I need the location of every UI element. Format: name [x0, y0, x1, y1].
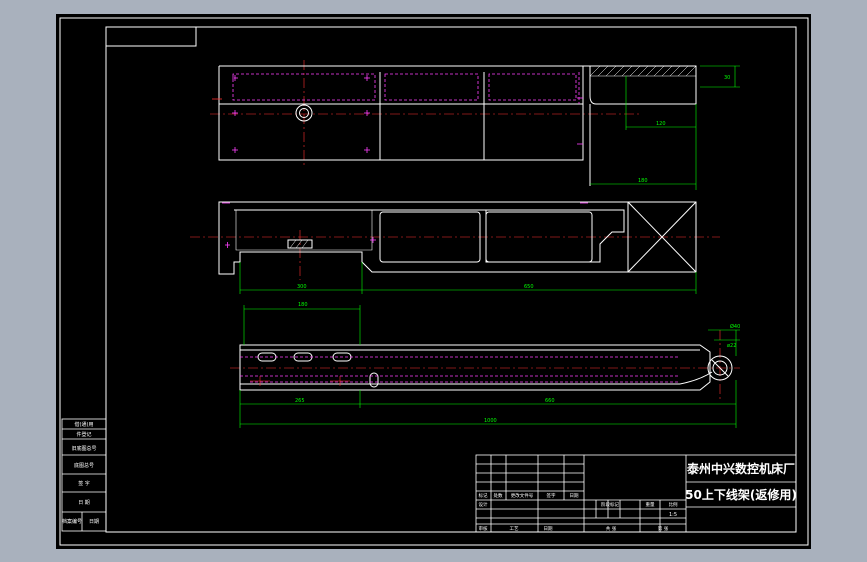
tb-design: 设计 — [479, 501, 488, 508]
dim-v2-right: 650 — [524, 284, 534, 290]
tb-process-date: 日期 — [544, 526, 553, 532]
title-block-text: 泰州中兴数控机床厂 50上下线架(返修用) 标记 处数 更改文件号 签字 日期 … — [479, 461, 797, 532]
tb-sheet-total: 共 张 — [606, 525, 617, 532]
side-table-text: 借(通)用 件登记 旧底图总号 底图总号 签 字 日 期 档案编号 日期 — [62, 421, 99, 525]
side-table-archive: 档案编号 — [62, 518, 82, 525]
side-table-date: 日期 — [89, 519, 99, 525]
tb-change-doc: 更改文件号 — [511, 492, 534, 499]
tb-mark: 标记 — [479, 492, 488, 499]
side-table-row-4: 底图总号 — [74, 462, 94, 469]
dim-v3-left: 265 — [295, 398, 305, 404]
dim-v3-total: 1000 — [484, 418, 497, 424]
dim-v1-height: 30 — [724, 75, 730, 81]
tb-sign: 签字 — [547, 492, 556, 499]
drawing-inner-border — [105, 26, 797, 533]
tb-stage: 阶段标记 — [601, 501, 619, 508]
dim-v3-mid: 660 — [545, 398, 555, 404]
dim-v1-width-a: 120 — [656, 121, 666, 127]
cad-viewport[interactable]: 借(通)用 件登记 旧底图总号 底图总号 签 字 日 期 档案编号 日期 泰州中… — [56, 14, 811, 549]
side-table-row-1: 借(通)用 — [75, 421, 94, 428]
side-table-row-3: 旧底图总号 — [71, 445, 96, 452]
side-table-row-2: 件登记 — [76, 431, 91, 438]
side-table-row-5: 签 字 — [78, 480, 90, 487]
code-box — [105, 26, 197, 47]
tb-ratio: 比例 — [669, 501, 678, 508]
view-3-side: 180 265 660 1000 Ø40 ø22 — [230, 302, 740, 428]
tb-review: 审核 — [479, 525, 488, 532]
tb-weight: 重量 — [646, 501, 655, 508]
dim-v3-dia: Ø40 — [730, 323, 740, 330]
dim-v2-left: 300 — [297, 284, 307, 290]
tb-count: 处数 — [494, 492, 503, 499]
tb-date: 日期 — [570, 493, 579, 499]
dim-v1-width-b: 180 — [638, 178, 648, 184]
side-table-row-6: 日 期 — [78, 500, 90, 506]
view-1-top: 30 120 180 — [210, 60, 740, 190]
view-2-front: 300 650 — [190, 201, 720, 294]
dim-v3-small: ø22 — [727, 343, 736, 349]
engineering-drawing: 借(通)用 件登记 旧底图总号 底图总号 签 字 日 期 档案编号 日期 泰州中… — [59, 17, 809, 546]
tb-sheet-no: 第 张 — [658, 525, 669, 532]
dim-v3-top: 180 — [298, 302, 308, 308]
tb-scale: 1:5 — [669, 512, 677, 518]
company-name: 泰州中兴数控机床厂 — [686, 461, 795, 476]
tb-process: 工艺 — [510, 526, 519, 532]
drawing-name: 50上下线架(返修用) — [685, 487, 797, 502]
